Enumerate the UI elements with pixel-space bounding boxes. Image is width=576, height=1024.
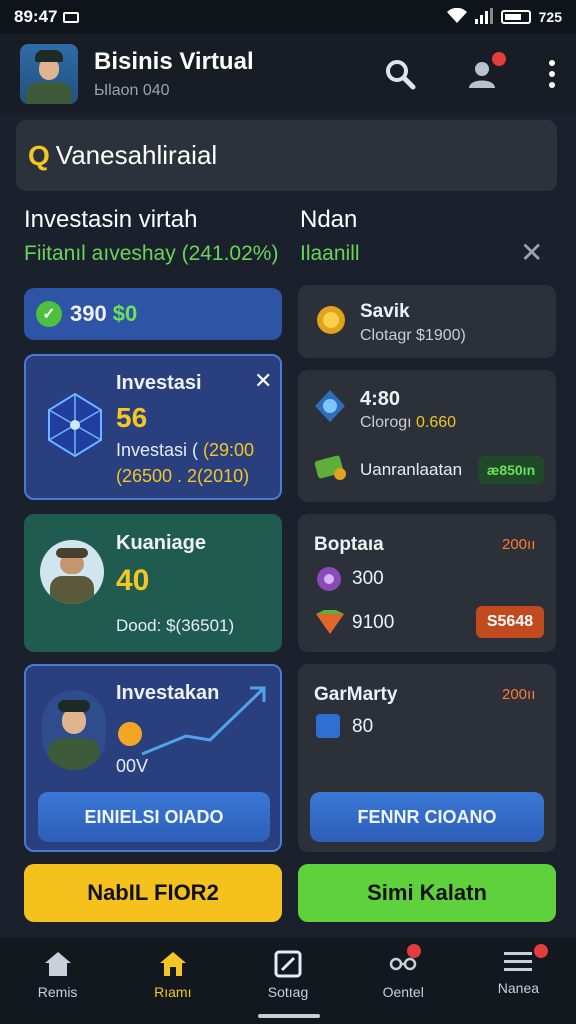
garmarty-card-tag: 200ıı bbox=[502, 686, 536, 703]
yellow-action-button[interactable]: NabIL FIOR2 bbox=[24, 864, 282, 922]
balance-pill[interactable]: ✓ 390 $0 bbox=[24, 288, 282, 340]
search-icon: Q bbox=[28, 139, 50, 171]
notification-icon bbox=[63, 11, 80, 23]
knowledge-card-value: 40 bbox=[116, 564, 150, 597]
savik-card-sub: Clotagr $1900) bbox=[360, 327, 466, 344]
app-subtitle: Ыlaon 040 bbox=[94, 82, 170, 99]
more-vertical-icon bbox=[549, 60, 555, 88]
savik-card-title: Savik bbox=[360, 301, 410, 322]
profile-button[interactable] bbox=[466, 52, 506, 90]
officer-avatar bbox=[42, 690, 106, 770]
house-icon bbox=[159, 952, 186, 976]
garmarty-card-button[interactable]: FENNR CIOANO bbox=[310, 792, 544, 842]
knowledge-card[interactable]: Kuaniage 40 Dood: $(36501) bbox=[24, 514, 282, 652]
nav-item-home[interactable]: Remis bbox=[0, 938, 115, 1024]
bottom-nav: Remis Rıamı Sotıag Oentel Nanea bbox=[0, 938, 576, 1024]
boptana-card-row1: 300 bbox=[352, 568, 384, 589]
search-icon bbox=[386, 60, 416, 90]
gear-icon bbox=[317, 306, 345, 334]
clock-card-sub: Clorogı 0.660 bbox=[360, 414, 457, 431]
avatar[interactable] bbox=[20, 44, 78, 104]
search-input[interactable]: Q Vanesahliraial bbox=[16, 120, 557, 191]
boptana-card-row2: 9100 bbox=[352, 612, 395, 633]
investment-card-title: Investasi bbox=[116, 372, 202, 394]
notification-badge bbox=[534, 944, 549, 958]
status-time: 89:47 bbox=[14, 7, 58, 26]
boptana-card-badge: S5648 bbox=[476, 606, 544, 638]
check-icon: ✓ bbox=[36, 301, 62, 327]
network-icon bbox=[45, 392, 105, 458]
garmarty-card[interactable]: GarMarty 200ıı 80 FENNR CIOANO bbox=[298, 664, 556, 852]
boptana-card[interactable]: Boptaıa 200ıı 300 9100 S5648 bbox=[298, 514, 556, 652]
menu-icon bbox=[504, 952, 533, 971]
officer-card[interactable]: Investakan 00V EINIELSI OIADO bbox=[24, 664, 282, 852]
status-icons: 725 bbox=[446, 7, 562, 27]
investment-card[interactable]: Investasi ✕ 56 Investasi ( (29:00 (26500… bbox=[24, 354, 282, 500]
officer-card-button[interactable]: EINIELSI OIADO bbox=[38, 792, 270, 842]
wifi-icon bbox=[446, 7, 467, 27]
close-icon[interactable]: ✕ bbox=[254, 368, 272, 394]
knowledge-card-footer: Dood: $(36501) bbox=[116, 616, 235, 635]
clock-card-row-label: Uanranlaatan bbox=[360, 460, 463, 479]
money-icon bbox=[314, 455, 346, 480]
home-indicator bbox=[258, 1014, 320, 1018]
status-bar: 89:47 725 bbox=[0, 0, 576, 34]
battery-icon bbox=[500, 10, 531, 24]
chart-down-icon bbox=[316, 610, 344, 634]
garmarty-card-row1: 80 bbox=[352, 716, 374, 737]
investment-card-value: 56 bbox=[116, 402, 148, 433]
nav-item-edit[interactable]: Sotıag bbox=[230, 938, 345, 1024]
balance-highlight: $0 bbox=[112, 301, 138, 326]
gear-icon bbox=[317, 567, 341, 591]
notification-badge bbox=[492, 52, 506, 66]
boptana-card-tag: 200ıı bbox=[502, 536, 536, 553]
edit-icon bbox=[274, 950, 302, 978]
nav-item-network[interactable]: Oentel bbox=[346, 938, 461, 1024]
clock-card-title: 4:80 bbox=[360, 388, 401, 410]
left-section-subtitle: Fiitanıl aıveshay (241.02%) bbox=[24, 242, 279, 265]
more-menu-button[interactable] bbox=[548, 59, 556, 89]
clock-card[interactable]: 4:80 Clorogı 0.660 Uanranlaatan æ850ın bbox=[298, 370, 556, 502]
boptana-card-title: Boptaıa bbox=[314, 534, 384, 555]
nav-item-menu[interactable]: Nanea bbox=[461, 938, 576, 1024]
trend-up-icon bbox=[141, 686, 266, 756]
notification-badge bbox=[406, 944, 421, 958]
signal-icon bbox=[474, 7, 493, 27]
investment-card-line1: Investasi ( (29:00 bbox=[116, 440, 255, 460]
close-icon[interactable]: ✕ bbox=[520, 236, 543, 269]
knowledge-card-title: Kuaniage bbox=[116, 532, 207, 554]
app-bar: Bisinis Virtual Ыlaon 040 bbox=[0, 34, 576, 114]
balance-value: 390 bbox=[70, 301, 107, 326]
right-section-subtitle: Ilaanill bbox=[300, 242, 360, 265]
app-bar-actions bbox=[384, 52, 556, 90]
clock-card-badge: æ850ın bbox=[478, 456, 544, 484]
home-icon bbox=[44, 952, 71, 976]
nav-item-active[interactable]: Rıamı bbox=[115, 938, 230, 1024]
shield-icon bbox=[315, 390, 345, 422]
left-section-title: Investasin virtah bbox=[24, 206, 198, 233]
grid-icon bbox=[316, 714, 340, 738]
garmarty-card-title: GarMarty bbox=[314, 684, 398, 705]
green-action-button[interactable]: Simi Kalatn bbox=[298, 864, 556, 922]
coin-icon bbox=[118, 722, 142, 746]
status-right-text: 725 bbox=[538, 9, 562, 25]
search-text: Vanesahliraial bbox=[55, 140, 218, 170]
officer-card-value: 00V bbox=[116, 756, 149, 776]
right-section-title: Ndan bbox=[300, 206, 358, 233]
soldier-avatar bbox=[40, 540, 104, 604]
investment-card-line2: (26500 . 2(2010) bbox=[116, 466, 250, 486]
app-title: Bisinis Virtual bbox=[94, 48, 254, 75]
search-button[interactable] bbox=[384, 58, 416, 90]
savik-card[interactable]: Savik Clotagr $1900) bbox=[298, 285, 556, 358]
brand: Bisinis Virtual Ыlaon 040 bbox=[94, 48, 254, 100]
